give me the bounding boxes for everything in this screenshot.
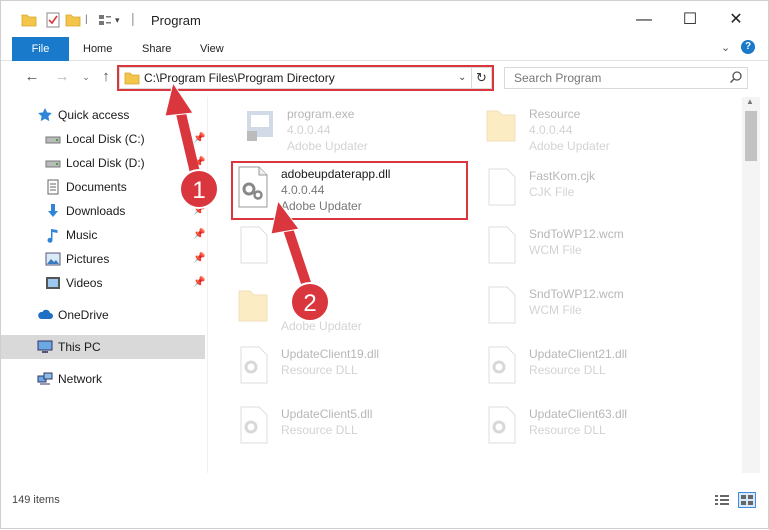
explorer-window: | ▾ | Program — ☐ ✕ File Home Share View…	[0, 0, 769, 529]
annotation-arrows	[164, 81, 312, 291]
callout-1: 1	[179, 169, 219, 209]
arrow-to-dll-file	[270, 199, 312, 291]
arrow-to-address-bar	[164, 81, 202, 186]
callout-2: 2	[290, 282, 330, 322]
